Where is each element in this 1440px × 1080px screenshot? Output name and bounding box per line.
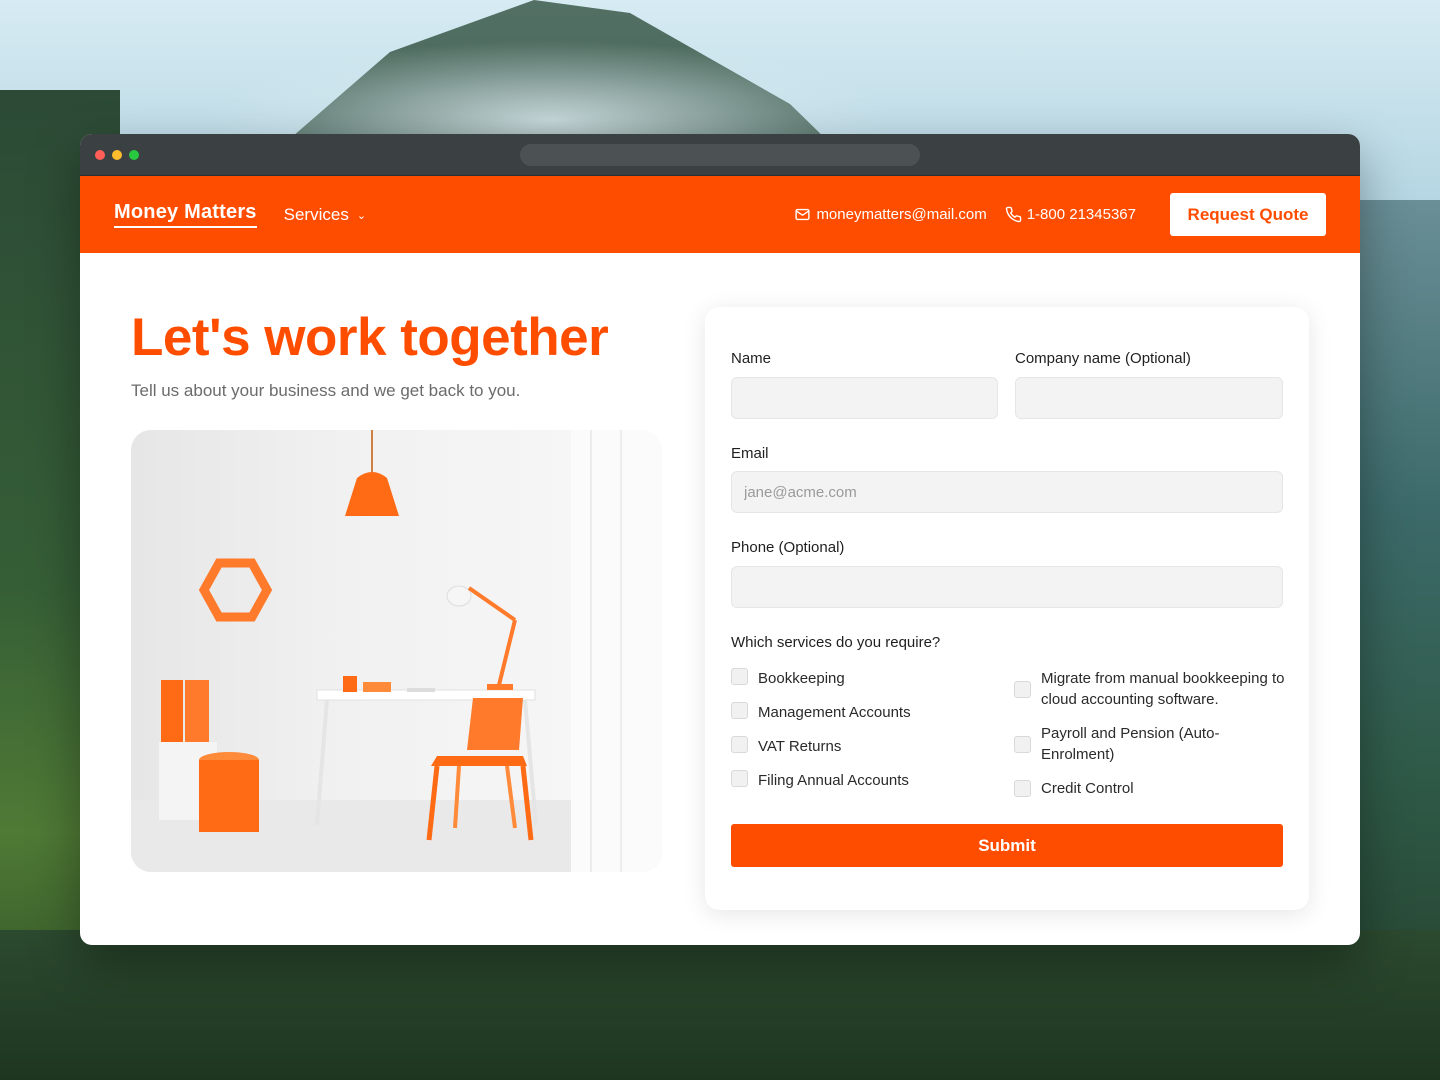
checkbox[interactable] — [731, 736, 748, 753]
company-input[interactable] — [1015, 377, 1283, 419]
phone-input[interactable] — [731, 566, 1283, 608]
email-text: moneymatters@mail.com — [816, 206, 987, 223]
maximize-window-button[interactable] — [129, 150, 139, 160]
checkbox[interactable] — [1014, 780, 1031, 797]
service-option-label: Filing Annual Accounts — [758, 772, 909, 789]
phone-label: Phone (Optional) — [731, 539, 845, 556]
site-navbar: Money Matters Services ⌄ moneymatters@ma… — [80, 176, 1360, 253]
company-label: Company name (Optional) — [1015, 350, 1191, 367]
service-option-label: Management Accounts — [758, 704, 911, 721]
checkbox[interactable] — [731, 770, 748, 787]
page-subtitle: Tell us about your business and we get b… — [131, 381, 521, 400]
office-photo — [131, 430, 662, 872]
minimize-window-button[interactable] — [112, 150, 122, 160]
checkbox[interactable] — [731, 668, 748, 685]
contact-form: Name Company name (Optional) Email Phone… — [705, 307, 1309, 910]
phone-link[interactable]: 1-800 21345367 — [1005, 206, 1136, 223]
address-bar[interactable] — [520, 144, 920, 166]
submit-button[interactable]: Submit — [731, 824, 1283, 867]
browser-window: Money Matters Services ⌄ moneymatters@ma… — [80, 134, 1360, 945]
service-option-bookkeeping[interactable]: Bookkeeping — [731, 668, 845, 689]
services-menu[interactable]: Services ⌄ — [284, 205, 366, 225]
email-input[interactable] — [731, 471, 1283, 513]
page-title: Let's work together — [131, 308, 609, 367]
service-option-annual-accounts[interactable]: Filing Annual Accounts — [731, 770, 909, 791]
page-content: Let's work together Tell us about your b… — [80, 253, 1360, 945]
close-window-button[interactable] — [95, 150, 105, 160]
service-option-label: Credit Control — [1041, 780, 1134, 797]
service-option-label: Payroll and Pension (Auto-Enrolment) — [1041, 725, 1220, 763]
chevron-down-icon: ⌄ — [356, 210, 367, 222]
request-quote-button[interactable]: Request Quote — [1170, 193, 1326, 236]
service-option-payroll[interactable]: Payroll and Pension (Auto-Enrolment) — [1014, 723, 1286, 765]
mail-icon — [795, 208, 811, 221]
background-forest-bottom — [0, 930, 1440, 1080]
checkbox[interactable] — [1014, 680, 1031, 698]
service-option-cloud-migration[interactable]: Migrate from manual bookkeeping to cloud… — [1014, 668, 1286, 710]
name-label: Name — [731, 350, 772, 367]
name-input[interactable] — [731, 377, 998, 419]
checkbox[interactable] — [1014, 735, 1031, 753]
phone-text: 1-800 21345367 — [1026, 206, 1136, 223]
email-link[interactable]: moneymatters@mail.com — [794, 206, 987, 223]
browser-titlebar — [80, 134, 1360, 176]
checkbox[interactable] — [731, 702, 748, 719]
service-option-management-accounts[interactable]: Management Accounts — [731, 702, 911, 723]
services-question: Which services do you require? — [731, 634, 941, 651]
services-menu-label: Services — [283, 204, 349, 224]
service-option-label: Bookkeeping — [758, 670, 845, 687]
service-option-label: VAT Returns — [758, 738, 842, 755]
brand-logo[interactable]: Money Matters — [114, 201, 257, 228]
service-option-credit-control[interactable]: Credit Control — [1014, 778, 1286, 799]
phone-icon — [1005, 206, 1022, 223]
service-option-vat-returns[interactable]: VAT Returns — [731, 736, 841, 757]
nav-right: moneymatters@mail.com 1-800 21345367 Req… — [794, 193, 1326, 236]
service-option-label: Migrate from manual bookkeeping to cloud… — [1041, 670, 1285, 708]
email-label: Email — [731, 445, 769, 462]
office-illustration — [131, 430, 662, 872]
